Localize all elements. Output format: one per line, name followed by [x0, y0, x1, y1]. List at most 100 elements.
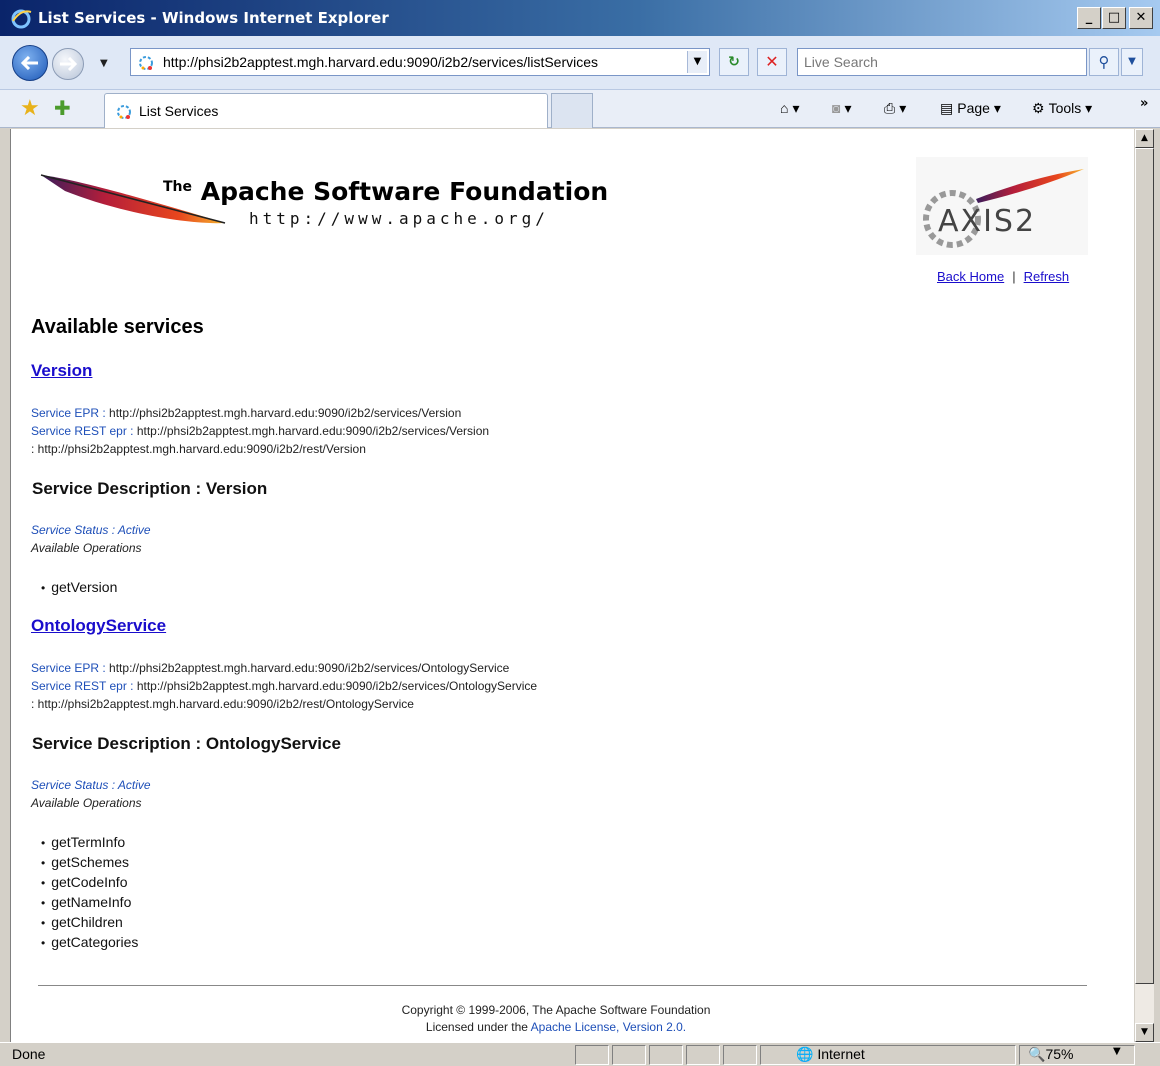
- apache-org-name: The Apache Software Foundation: [163, 177, 608, 206]
- tab-label: List Services: [139, 103, 219, 119]
- loading-page-icon: [117, 105, 131, 119]
- zoom-dropdown[interactable]: ▼: [1113, 1046, 1121, 1057]
- list-item: getCodeInfo: [51, 873, 138, 893]
- add-favorite-icon[interactable]: ✚: [54, 96, 71, 120]
- favorites-star-icon[interactable]: ★: [20, 96, 40, 121]
- epr-label: Service EPR :: [31, 406, 106, 420]
- service-link-ontologyservice[interactable]: OntologyService: [31, 616, 166, 636]
- page-title: Available services: [31, 316, 204, 338]
- available-operations-label: Available Operations: [31, 796, 142, 810]
- new-tab-button[interactable]: [551, 93, 593, 128]
- scrollbar-thumb[interactable]: [1135, 148, 1154, 984]
- feeds-icon: ◙: [832, 100, 841, 116]
- epr-label: Service EPR :: [31, 661, 106, 675]
- refresh-link[interactable]: Refresh: [1024, 269, 1070, 284]
- footer: Copyright © 1999-2006, The Apache Softwa…: [11, 1002, 1101, 1036]
- top-links: Back Home | Refresh: [937, 269, 1069, 284]
- home-button[interactable]: ⌂ ▾: [780, 100, 800, 117]
- available-operations-label: Available Operations: [31, 541, 142, 555]
- page-icon: ▤: [940, 100, 954, 116]
- recent-pages-dropdown[interactable]: ▼: [100, 58, 108, 69]
- link-separator: |: [1012, 269, 1016, 284]
- globe-icon: 🌐: [796, 1046, 814, 1062]
- forward-button[interactable]: [52, 48, 84, 80]
- tab-list-services[interactable]: List Services: [104, 93, 548, 128]
- apache-license-link[interactable]: Apache License, Version 2.0.: [531, 1020, 686, 1034]
- zoom-icon: 🔍: [1028, 1046, 1046, 1062]
- scroll-up-button[interactable]: ▲: [1135, 129, 1154, 148]
- list-item: getVersion: [51, 578, 117, 598]
- address-dropdown-button[interactable]: ▼: [687, 51, 707, 73]
- search-options-dropdown[interactable]: ▼: [1121, 48, 1143, 76]
- rest-epr-label: Service REST epr :: [31, 679, 134, 693]
- command-bar: ★ ✚ List Services ⌂ ▾ ◙ ▾ ⎙ ▾ ▤ Page ▾ ⚙ Tool…: [0, 90, 1160, 128]
- apache-url: http://www.apache.org/: [249, 209, 549, 228]
- zoom-value: 75%: [1045, 1046, 1074, 1062]
- service-epr-block: Service EPR : http://phsi2b2apptest.mgh.…: [31, 659, 537, 713]
- status-cell: [723, 1045, 757, 1065]
- chevron-more-icon[interactable]: »: [1140, 96, 1148, 111]
- vertical-scrollbar[interactable]: ▲ ▼: [1135, 129, 1154, 1042]
- status-cell: [612, 1045, 646, 1065]
- rest-url-value: : http://phsi2b2apptest.mgh.harvard.edu:…: [31, 697, 414, 711]
- search-button[interactable]: ⚲: [1089, 48, 1119, 76]
- service-status: Service Status : Active: [31, 778, 151, 792]
- epr-value: http://phsi2b2apptest.mgh.harvard.edu:90…: [109, 406, 462, 420]
- service-status: Service Status : Active: [31, 523, 151, 537]
- rest-url-value: : http://phsi2b2apptest.mgh.harvard.edu:…: [31, 442, 366, 456]
- service-description: Service Description : OntologyService: [32, 734, 341, 753]
- close-button[interactable]: ✕: [1129, 7, 1153, 29]
- address-url[interactable]: http://phsi2b2apptest.mgh.harvard.edu:90…: [163, 54, 598, 70]
- refresh-button[interactable]: ↻: [719, 48, 749, 76]
- tools-menu-label: Tools: [1048, 100, 1082, 116]
- refresh-icon: ↻: [728, 54, 740, 70]
- list-item: getSchemes: [51, 853, 138, 873]
- service-status-block: Service Status : Active Available Operat…: [31, 776, 151, 812]
- service-status-block: Service Status : Active Available Operat…: [31, 521, 151, 557]
- home-icon: ⌂: [780, 100, 789, 116]
- list-item: getNameInfo: [51, 893, 138, 913]
- epr-value: http://phsi2b2apptest.mgh.harvard.edu:90…: [109, 661, 510, 675]
- zone-label: Internet: [817, 1046, 865, 1062]
- stop-icon: ✕: [765, 52, 779, 71]
- zoom-level[interactable]: 🔍75%: [1028, 1046, 1073, 1063]
- search-icon: ⚲: [1098, 53, 1110, 71]
- list-item: getChildren: [51, 913, 138, 933]
- stop-button[interactable]: ✕: [757, 48, 787, 76]
- search-input[interactable]: Live Search: [797, 48, 1087, 76]
- page-content: The Apache Software Foundation http://ww…: [10, 129, 1134, 1042]
- back-button[interactable]: [12, 45, 48, 81]
- address-bar[interactable]: http://phsi2b2apptest.mgh.harvard.edu:90…: [130, 48, 710, 76]
- minimize-button[interactable]: _: [1077, 7, 1101, 29]
- maximize-button[interactable]: □: [1102, 7, 1126, 29]
- status-bar: Done 🌐 Internet 🔍75% ▼: [0, 1042, 1160, 1066]
- page-menu-button[interactable]: ▤ Page ▾: [940, 100, 1001, 117]
- forward-arrow-icon: [60, 57, 77, 71]
- print-icon: ⎙: [884, 100, 896, 116]
- scroll-down-button[interactable]: ▼: [1135, 1023, 1154, 1042]
- apache-name: Apache Software Foundation: [200, 177, 609, 206]
- browser-window: List Services - Windows Internet Explore…: [0, 0, 1160, 1066]
- tools-menu-button[interactable]: ⚙ Tools ▾: [1032, 100, 1092, 117]
- service-description: Service Description : Version: [32, 479, 268, 498]
- axis2-logo: AXIS2: [916, 157, 1088, 255]
- title-bar: List Services - Windows Internet Explore…: [0, 0, 1160, 36]
- navigation-bar: ▼ http://phsi2b2apptest.mgh.harvard.edu:…: [0, 36, 1160, 90]
- operations-list: getTermInfo getSchemes getCodeInfo getNa…: [51, 833, 138, 953]
- license-prefix: Licensed under the: [425, 1020, 528, 1034]
- window-title: List Services - Windows Internet Explore…: [38, 9, 389, 27]
- back-home-link[interactable]: Back Home: [937, 269, 1004, 284]
- copyright-text: Copyright © 1999-2006, The Apache Softwa…: [401, 1003, 711, 1017]
- service-epr-block: Service EPR : http://phsi2b2apptest.mgh.…: [31, 404, 489, 458]
- security-zone[interactable]: 🌐 Internet: [796, 1046, 865, 1063]
- service-link-version[interactable]: Version: [31, 361, 92, 381]
- list-item: getCategories: [51, 933, 138, 953]
- list-item: getTermInfo: [51, 833, 138, 853]
- feeds-button[interactable]: ◙ ▾: [832, 100, 852, 117]
- rest-epr-value: http://phsi2b2apptest.mgh.harvard.edu:90…: [136, 424, 490, 438]
- ie-logo-icon: [11, 9, 32, 29]
- page-menu-label: Page: [957, 100, 990, 116]
- loading-page-icon: [139, 56, 153, 70]
- gear-icon: ⚙: [1032, 100, 1045, 116]
- print-button[interactable]: ⎙ ▾: [884, 100, 906, 117]
